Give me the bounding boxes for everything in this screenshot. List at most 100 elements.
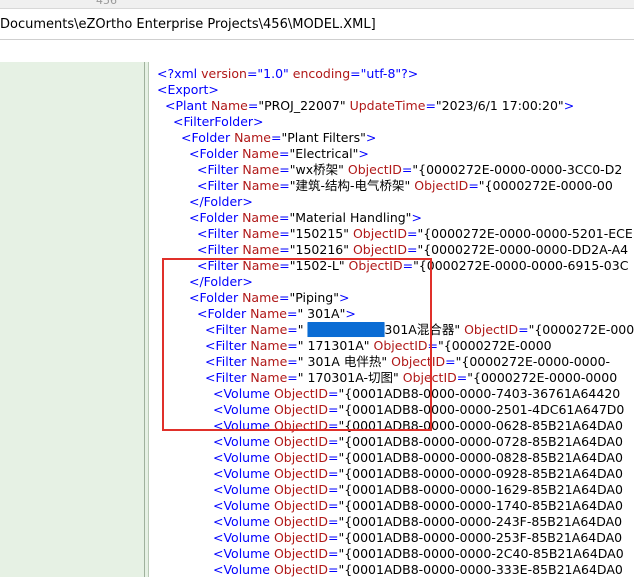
checklist-icon[interactable] <box>28 0 40 8</box>
file-path-bar: Documents\eZOrtho Enterprise Projects\45… <box>0 9 634 40</box>
xml-token: Name <box>250 322 288 337</box>
xml-token: "PROJ_22007" <box>258 98 346 113</box>
xml-line: <Folder Name="Plant Filters"> <box>181 130 376 146</box>
xml-token: ObjectID <box>273 530 328 545</box>
xml-token: = <box>407 242 418 257</box>
xml-token: "2023/6/1 17:00:20" <box>435 98 564 113</box>
xml-line: <Filter Name="wx桥架" ObjectID="{0000272E-… <box>197 162 622 178</box>
xml-line: <Folder Name="Electrical"> <box>189 146 369 162</box>
xml-token: ObjectID <box>273 514 328 529</box>
xml-viewer[interactable]: <?xml version="1.0" encoding="utf-8"?> <E… <box>149 62 634 577</box>
folder-icon[interactable] <box>52 0 66 7</box>
xml-token: "{0001ADB8-0000-0000-253F-85B21A64DA0 <box>338 530 623 545</box>
xml-token: ObjectID <box>387 354 446 369</box>
xml-token: = <box>401 162 413 177</box>
xml-token: <Filter <box>197 242 243 257</box>
xml-token: "{0001ADB8-0000-0000-2C40-85B21A64DA0 <box>338 546 624 561</box>
xml-token: = <box>279 258 290 273</box>
xml-line: <Plant Name="PROJ_22007" UpdateTime="202… <box>165 98 574 114</box>
xml-token: "{0001ADB8-0000-0000-7403-36761A64420 <box>338 386 621 401</box>
xml-token: "{0001ADB8-0000-0000-0728-85B21A64DA0 <box>338 434 623 449</box>
header-gap <box>0 40 634 62</box>
xml-token: <?xml <box>157 66 202 81</box>
xml-token: " 301A" <box>297 306 346 321</box>
xml-token: <Filter <box>197 162 243 177</box>
xml-token: = <box>279 226 290 241</box>
xml-line: <Filter Name=" 301A 电伴热" ObjectID="{0000… <box>205 354 610 370</box>
xml-token: ObjectID <box>273 402 328 417</box>
xml-token: <Filter <box>197 258 243 273</box>
xml-token: = <box>278 210 290 225</box>
xml-token: = <box>279 242 290 257</box>
xml-token: Name <box>250 338 288 353</box>
xml-token: <Volume <box>213 482 274 497</box>
selected-text: ████████ <box>307 322 385 337</box>
xml-token: <Volume <box>213 402 274 417</box>
xml-token: Name <box>242 258 280 273</box>
xml-token: "{0001ADB8-0000-0000-0628-85B21A64DA0 <box>338 418 623 433</box>
xml-line: <Filter Name="建筑-结构-电气桥架" ObjectID="{000… <box>197 178 613 194</box>
dropdown-arrow-icon[interactable] <box>72 0 80 7</box>
xml-token: "{0000272E-0000 <box>438 338 552 353</box>
xml-token: Name <box>242 178 280 193</box>
xml-token: Name <box>210 98 248 113</box>
xml-token: = <box>327 482 339 497</box>
xml-token: <Filter <box>205 322 251 337</box>
xml-token: " 301A 电伴热" <box>297 354 388 369</box>
xml-line: <Filter Name="150216" ObjectID="{0000272… <box>197 242 628 258</box>
xml-token: ObjectID <box>273 466 328 481</box>
xml-token: <Volume <box>213 434 274 449</box>
xml-token: > <box>345 306 356 321</box>
xml-token: "Plant Filters" <box>281 130 366 145</box>
xml-token: Name <box>250 354 288 369</box>
xml-line: <Volume ObjectID="{0001ADB8-0000-0000-06… <box>213 418 623 434</box>
xml-token: = <box>327 530 339 545</box>
xml-token: " 170301A-切图" <box>297 370 399 385</box>
xml-token: ="utf-8"?> <box>350 66 419 81</box>
xml-token: ObjectID <box>343 162 402 177</box>
xml-token: "{0000272E-0000-0000 <box>467 370 618 385</box>
xml-token: <Volume <box>213 386 274 401</box>
xml-token: version <box>201 66 247 81</box>
xml-token: "{0000272E-0000-00 <box>478 178 613 193</box>
pane-divider[interactable] <box>144 62 145 577</box>
xml-token: <Folder <box>189 210 243 225</box>
xml-token: <Volume <box>213 514 274 529</box>
xml-line: <Export> <box>157 82 219 98</box>
xml-token: encoding <box>292 66 351 81</box>
xml-token: Name <box>242 210 279 225</box>
xml-token: <Filter <box>205 354 251 369</box>
xml-line: <Volume ObjectID="{0001ADB8-0000-0000-25… <box>213 530 622 546</box>
save-icon[interactable] <box>6 0 16 7</box>
xml-token: = <box>278 146 290 161</box>
xml-line: <Volume ObjectID="{0001ADB8-0000-0000-17… <box>213 498 623 514</box>
xml-token: = <box>402 258 414 273</box>
xml-line: <Volume ObjectID="{0001ADB8-0000-0000-2C… <box>213 546 624 562</box>
xml-token: = <box>327 466 339 481</box>
xml-token: UpdateTime <box>345 98 426 113</box>
xml-token: </Folder> <box>189 194 253 209</box>
xml-token: Name <box>242 226 280 241</box>
xml-token: <Folder <box>181 130 235 145</box>
xml-token: "{0000272E-0000-0000-5201-ECE <box>417 226 633 241</box>
xml-token: ObjectID <box>349 226 407 241</box>
xml-token: Name <box>242 290 279 305</box>
xml-token: Name <box>242 146 279 161</box>
xml-token: " <box>297 322 308 337</box>
xml-token: <Plant <box>165 98 211 113</box>
xml-token: "{0001ADB8-0000-0000-2501-4DC61A647D0 <box>338 402 625 417</box>
xml-token: = <box>427 338 439 353</box>
xml-token: = <box>247 98 259 113</box>
xml-token: ObjectID <box>273 386 328 401</box>
xml-line: <Filter Name=" 171301A" ObjectID="{00002… <box>205 338 552 354</box>
xml-token: "{0001ADB8-0000-0000-0828-85B21A64DA0 <box>338 450 623 465</box>
xml-token: > <box>338 290 350 305</box>
xml-line: <Filter Name="150215" ObjectID="{0000272… <box>197 226 633 242</box>
xml-token: 301A混合器" <box>384 322 461 337</box>
xml-token: = <box>456 370 468 385</box>
xml-line: <Volume ObjectID="{0001ADB8-0000-0000-33… <box>213 562 623 577</box>
xml-token: <Volume <box>213 498 274 513</box>
xml-token: "{0001ADB8-0000-0000-0928-85B21A64DA0 <box>338 466 623 481</box>
xml-line: <Filter Name=" ████████301A混合器" ObjectID… <box>205 322 634 338</box>
xml-line: <Volume ObjectID="{0001ADB8-0000-0000-25… <box>213 402 624 418</box>
